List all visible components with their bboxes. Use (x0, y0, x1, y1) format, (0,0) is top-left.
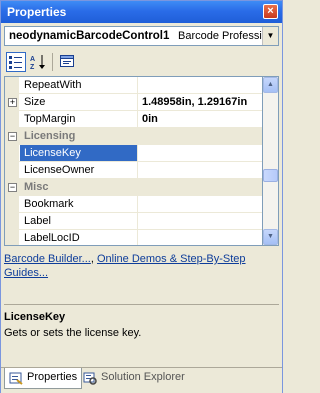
property-row-size[interactable]: + Size 1.48958in, 1.29167in (5, 94, 262, 111)
property-value[interactable]: 0in (139, 111, 262, 127)
object-type: Barcode Professio (178, 30, 268, 42)
property-value[interactable] (139, 213, 262, 229)
description-text: Gets or sets the license key. (4, 327, 142, 339)
object-selector[interactable]: neodynamicBarcodeControl1 Barcode Profes… (4, 26, 279, 46)
property-name: LicenseOwner (20, 162, 138, 178)
categorized-icon (9, 56, 22, 69)
category-name: Licensing (24, 130, 76, 142)
expand-icon[interactable]: + (8, 98, 17, 107)
property-row-licenseowner[interactable]: LicenseOwner (5, 162, 262, 179)
scroll-thumb[interactable] (263, 169, 278, 182)
category-row-misc[interactable]: − Misc (5, 179, 262, 196)
property-name: LabelLocID (20, 230, 138, 245)
close-button[interactable]: × (263, 4, 278, 19)
property-row-topmargin[interactable]: TopMargin 0in (5, 111, 262, 128)
collapse-icon[interactable]: − (8, 183, 17, 192)
tab-solution-explorer[interactable]: Solution Explorer (79, 368, 189, 389)
tab-label: Solution Explorer (101, 371, 185, 383)
bottom-tab-strip: Properties Solution Explorer (1, 367, 282, 393)
property-pages-button[interactable] (57, 52, 77, 72)
property-value[interactable] (139, 196, 262, 212)
collapse-icon[interactable]: − (8, 132, 17, 141)
properties-icon (9, 372, 23, 385)
object-name: neodynamicBarcodeControl1 (9, 30, 170, 42)
property-name: LicenseKey (20, 145, 138, 161)
window-title: Properties (7, 5, 67, 19)
property-value[interactable]: 1.48958in, 1.29167in (139, 94, 262, 110)
property-value[interactable] (139, 77, 262, 93)
property-name: TopMargin (20, 111, 138, 127)
solution-explorer-icon (83, 372, 97, 385)
svg-text:A: A (30, 56, 35, 63)
chevron-down-icon[interactable]: ▼ (262, 27, 278, 45)
category-row-licensing[interactable]: − Licensing (5, 128, 262, 145)
property-value[interactable] (139, 162, 262, 178)
toolbar-separator (52, 53, 53, 71)
title-bar[interactable]: Properties × (1, 1, 282, 23)
property-name: RepeatWith (20, 77, 138, 93)
scroll-up-button[interactable]: ▲ (263, 77, 278, 93)
alphabetical-button[interactable]: A Z (28, 52, 48, 72)
commands-separator: , (90, 253, 94, 265)
barcode-builder-link[interactable]: Barcode Builder... (4, 253, 91, 265)
property-value[interactable] (139, 230, 262, 245)
property-row-repeatwith[interactable]: RepeatWith (5, 77, 262, 94)
commands-pane: Barcode Builder..., Online Demos & Step-… (4, 252, 279, 302)
sort-az-icon: A Z (30, 55, 45, 71)
properties-window: Properties × neodynamicBarcodeControl1 B… (0, 0, 283, 393)
property-name: Size (20, 94, 138, 110)
property-pages-icon (60, 55, 74, 67)
description-title: LicenseKey (4, 311, 66, 323)
property-name: Label (20, 213, 138, 229)
property-row-licensekey[interactable]: LicenseKey (5, 145, 262, 162)
description-pane: LicenseKey Gets or sets the license key. (4, 309, 279, 359)
tab-label: Properties (27, 371, 78, 383)
property-row-labellocid[interactable]: LabelLocID (5, 230, 262, 245)
category-name: Misc (24, 181, 49, 193)
categorized-button[interactable] (6, 52, 26, 72)
property-row-label[interactable]: Label (5, 213, 262, 230)
property-grid: RepeatWith + Size 1.48958in, 1.29167in T… (4, 76, 263, 246)
pane-splitter[interactable] (4, 304, 279, 305)
toolbar: A Z (4, 50, 279, 74)
scroll-down-button[interactable]: ▼ (263, 229, 278, 245)
property-name: Bookmark (20, 196, 138, 212)
vertical-scrollbar[interactable]: ▲ ▼ (263, 76, 279, 246)
svg-text:Z: Z (30, 64, 35, 71)
property-value[interactable] (139, 145, 262, 161)
property-row-bookmark[interactable]: Bookmark (5, 196, 262, 213)
tab-properties[interactable]: Properties (4, 368, 83, 389)
